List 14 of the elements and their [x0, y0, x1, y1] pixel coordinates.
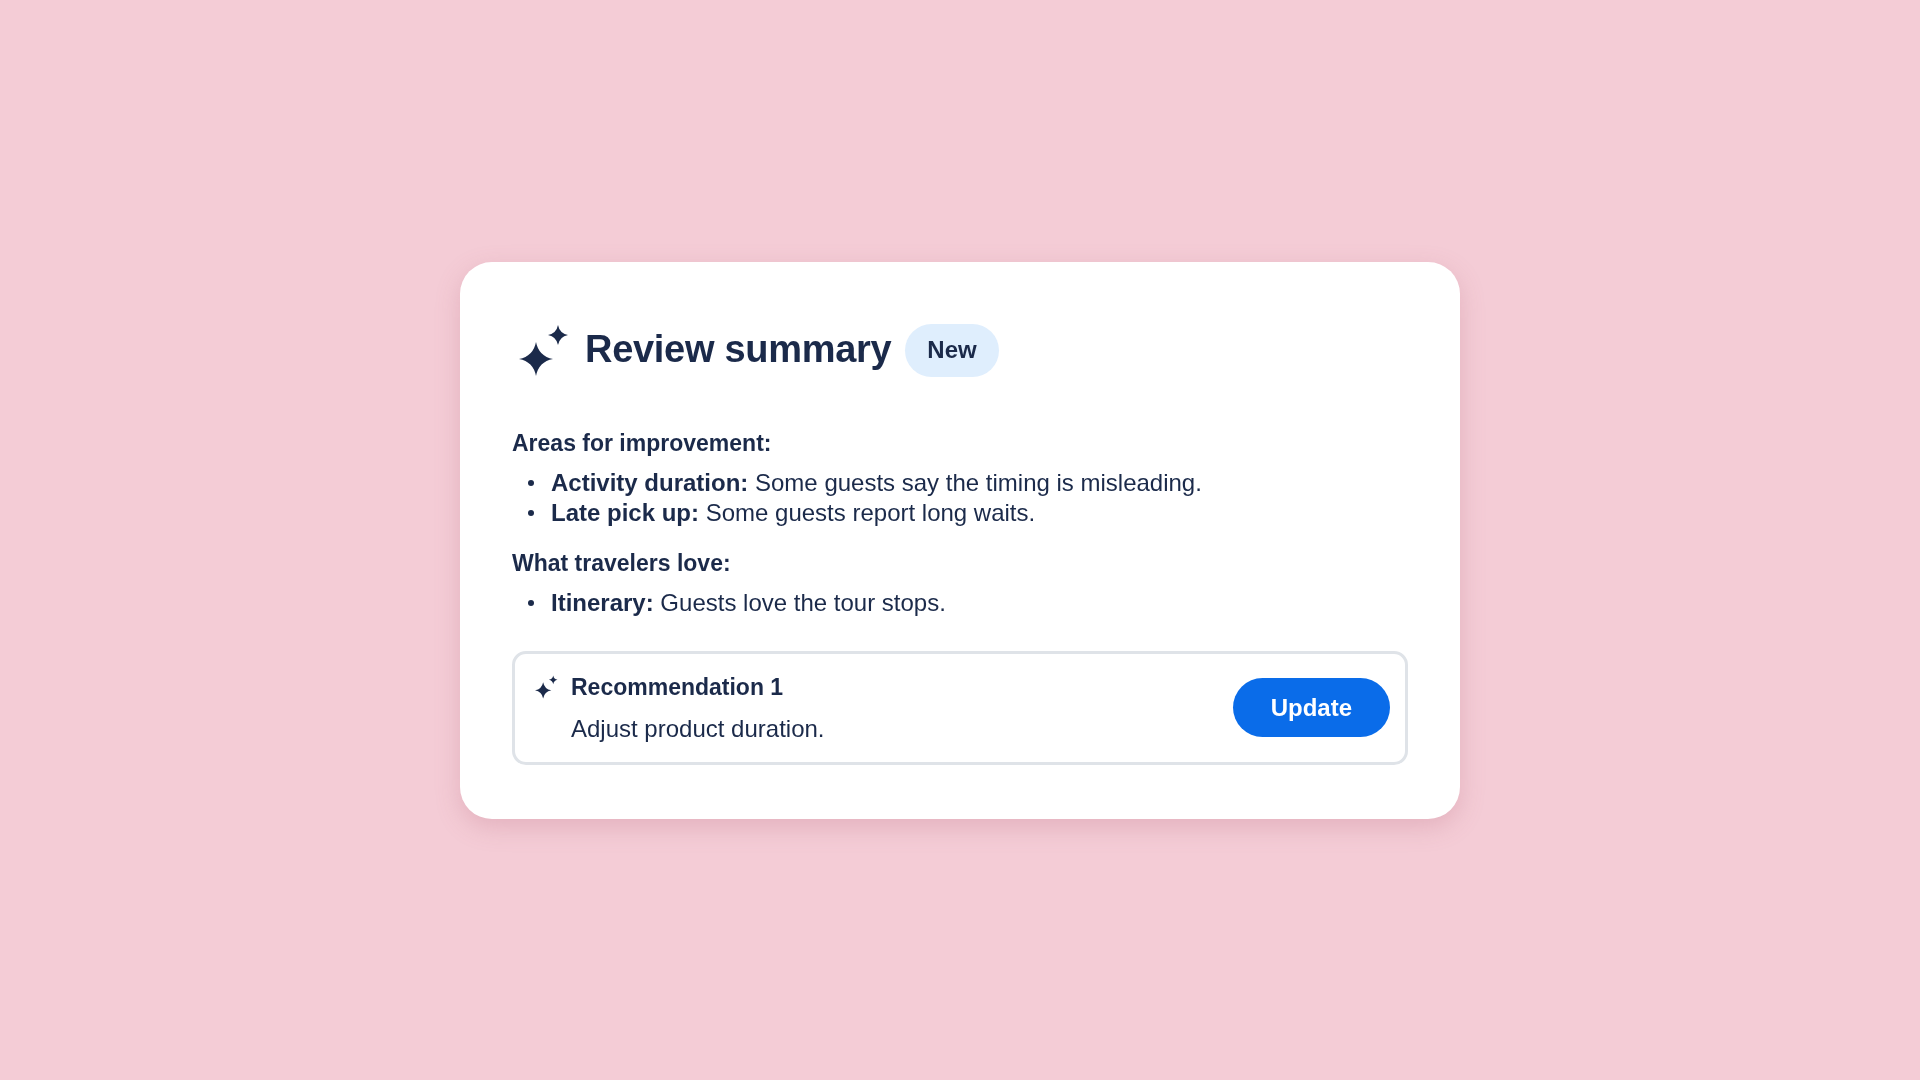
- summary-point: Activity duration: Some guests say the timing is misleading.: [551, 467, 1202, 498]
- bullet-icon: [528, 599, 534, 606]
- summary-point: Itinerary: Guests love the tour stops.: [551, 587, 946, 618]
- bullet-icon: [528, 479, 534, 486]
- section-heading: What travelers love:: [512, 548, 732, 578]
- section-heading: Areas for improvement:: [512, 428, 773, 458]
- summary-point: Late pick up: Some guests report long waits.: [551, 497, 1036, 528]
- update-button[interactable]: Update: [1232, 678, 1390, 737]
- sparkle-icon: [535, 674, 558, 699]
- bullet-icon: [528, 509, 534, 516]
- recommendation-text: Adjust product duration.: [571, 713, 826, 744]
- card-title: Review summary: [585, 329, 892, 371]
- new-badge: New: [905, 323, 999, 377]
- recommendation-title: Recommendation 1: [571, 672, 785, 702]
